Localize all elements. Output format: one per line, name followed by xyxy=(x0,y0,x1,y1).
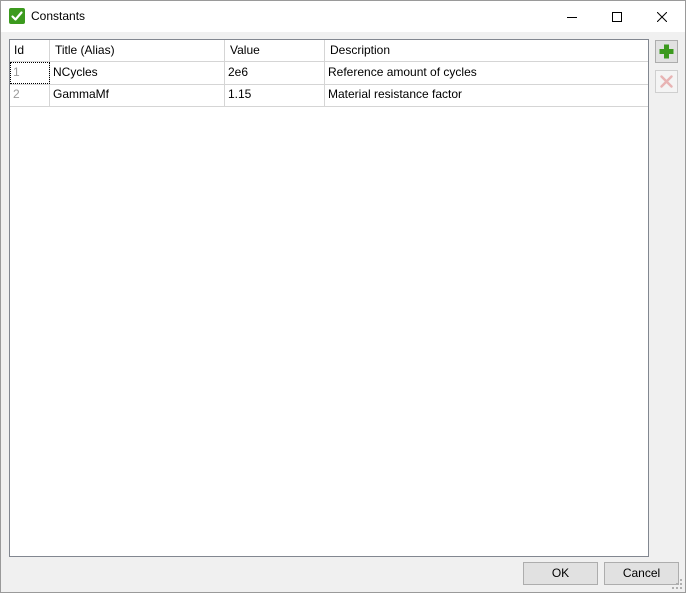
cell-title[interactable]: GammaMf xyxy=(50,84,225,106)
delete-row-button[interactable] xyxy=(655,70,678,93)
cell-id[interactable]: 2 xyxy=(10,84,50,106)
grid-header: Id Title (Alias) Value Description xyxy=(10,40,648,62)
maximize-icon xyxy=(612,11,622,22)
minimize-button[interactable] xyxy=(549,1,595,32)
cancel-button[interactable]: Cancel xyxy=(604,562,679,585)
cell-focus-indicator xyxy=(10,62,50,84)
close-icon xyxy=(657,11,667,22)
cell-description[interactable]: Material resistance factor xyxy=(325,84,648,106)
column-header-id[interactable]: Id xyxy=(10,40,50,61)
green-checkmark-icon xyxy=(9,8,25,24)
close-button[interactable] xyxy=(639,1,685,32)
constants-dialog: Constants Id Title (Alias) Value Descrip… xyxy=(0,0,686,593)
delete-x-icon xyxy=(660,75,673,88)
plus-icon xyxy=(659,44,674,59)
cell-value[interactable]: 1.15 xyxy=(225,84,325,106)
cell-description[interactable]: Reference amount of cycles xyxy=(325,62,648,84)
column-header-description[interactable]: Description xyxy=(325,40,648,61)
constants-grid[interactable]: Id Title (Alias) Value Description 1 NCy… xyxy=(9,39,649,557)
add-row-button[interactable] xyxy=(655,40,678,63)
table-row[interactable]: 2 GammaMf 1.15 Material resistance facto… xyxy=(10,84,648,107)
ok-button[interactable]: OK xyxy=(523,562,598,585)
minimize-icon xyxy=(567,16,577,18)
cell-value[interactable]: 2e6 xyxy=(225,62,325,84)
resize-grip-icon[interactable] xyxy=(671,578,683,590)
maximize-button[interactable] xyxy=(594,1,640,32)
column-header-value[interactable]: Value xyxy=(225,40,325,61)
window-title: Constants xyxy=(31,9,86,23)
table-row[interactable]: 1 NCycles 2e6 Reference amount of cycles xyxy=(10,62,648,85)
column-header-title[interactable]: Title (Alias) xyxy=(50,40,225,61)
title-bar[interactable]: Constants xyxy=(1,1,685,32)
cell-title[interactable]: NCycles xyxy=(50,62,225,84)
